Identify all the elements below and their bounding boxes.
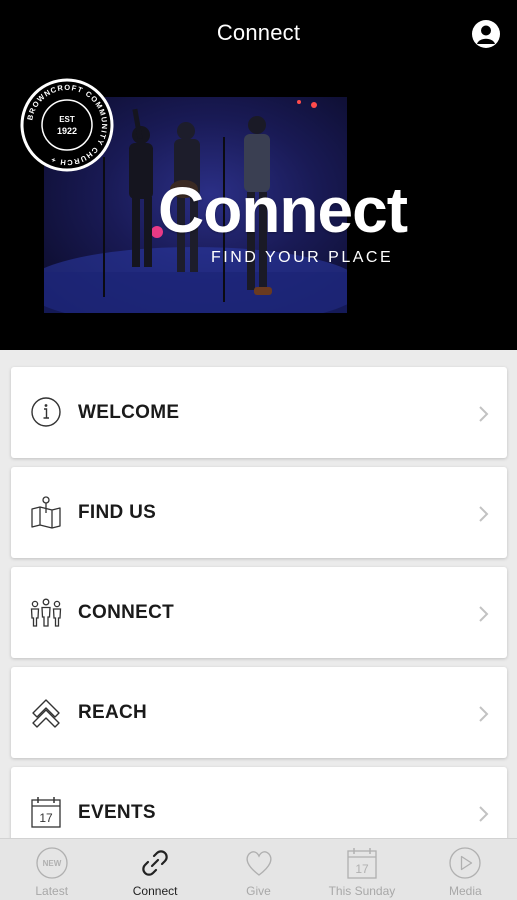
new-badge-icon: NEW (36, 847, 68, 879)
chevron-right-icon (479, 706, 489, 722)
hero-title: Connect (158, 174, 408, 246)
link-icon (142, 850, 168, 876)
menu-item-reach[interactable]: REACH (11, 667, 507, 758)
tab-latest[interactable]: NEW Latest (0, 839, 103, 900)
tab-label: Latest (35, 884, 69, 898)
tab-label: This Sunday (328, 884, 396, 898)
tab-label: Media (448, 884, 482, 898)
play-icon (449, 847, 481, 879)
logo-year: 1922 (57, 126, 77, 136)
new-badge-text: NEW (42, 859, 61, 868)
tab-give[interactable]: Give (207, 839, 310, 900)
tab-this-sunday[interactable]: 17 This Sunday (310, 839, 413, 900)
tab-label: Give (246, 884, 271, 898)
menu-item-label: EVENTS (78, 802, 156, 823)
chevron-right-icon (479, 606, 489, 622)
menu-item-find-us[interactable]: FIND US (11, 467, 507, 558)
user-circle-icon[interactable] (471, 19, 501, 49)
tab-bar: NEW Latest Connect Give 17 This Sunday M… (0, 838, 517, 900)
heart-icon (246, 851, 272, 876)
page-title: Connect (216, 20, 301, 45)
calendar-icon: 17 (347, 848, 377, 879)
logo-est: EST (59, 115, 75, 124)
menu-item-welcome[interactable]: WELCOME (11, 367, 507, 458)
menu-item-label: CONNECT (78, 602, 175, 623)
info-icon (31, 397, 61, 427)
tab-media[interactable]: Media (414, 839, 517, 900)
calendar-day: 17 (39, 811, 53, 825)
calendar-icon: 17 (31, 797, 61, 828)
chevron-right-icon (479, 506, 489, 522)
tab-connect[interactable]: Connect (103, 839, 206, 900)
chevron-right-icon (479, 806, 489, 822)
tab-label: Connect (132, 884, 178, 898)
double-chevron-up-icon (32, 699, 60, 728)
calendar-day: 17 (355, 862, 369, 876)
church-logo: BROWNCROFT COMMUNITY CHURCH + EST 1922 (20, 78, 114, 172)
menu-item-connect[interactable]: CONNECT (11, 567, 507, 658)
menu-item-label: FIND US (78, 502, 157, 523)
people-icon (30, 598, 62, 627)
map-pin-icon (31, 496, 61, 529)
menu-item-label: REACH (78, 702, 148, 723)
chevron-right-icon (479, 406, 489, 422)
hero-subtitle: FIND YOUR PLACE (211, 249, 394, 266)
menu-item-label: WELCOME (78, 402, 180, 423)
header: Connect BROWNCROFT COMMUNITY CHURCH + ES… (0, 0, 517, 350)
